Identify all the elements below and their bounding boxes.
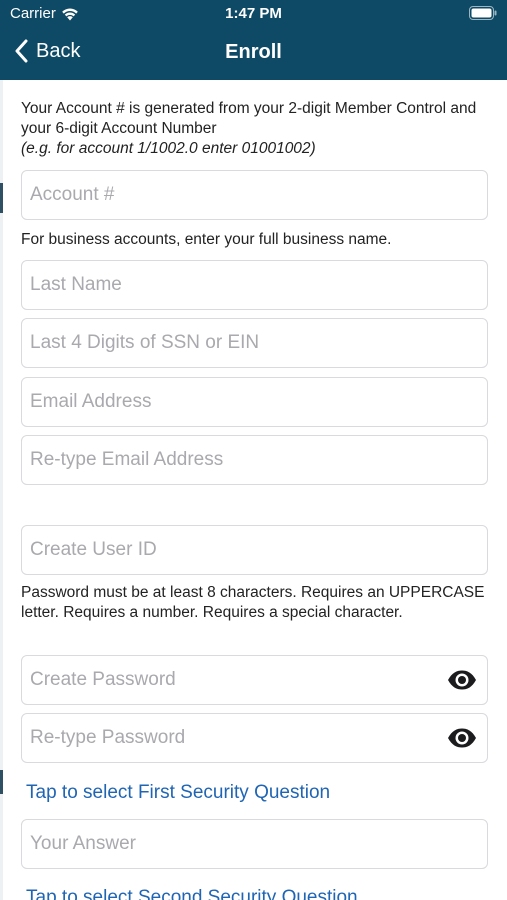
password-confirm-input[interactable] xyxy=(22,714,487,762)
password-rules: Password must be at least 8 characters. … xyxy=(21,584,485,621)
account-info-text: Your Account # is generated from your 2-… xyxy=(21,100,477,137)
last-name-input[interactable] xyxy=(22,261,487,309)
password-confirm-field[interactable] xyxy=(21,713,488,763)
security-answer-input[interactable] xyxy=(22,820,487,868)
battery-icon xyxy=(469,6,497,20)
navigation-bar: Back Enroll xyxy=(0,30,507,76)
page-title: Enroll xyxy=(225,41,282,63)
edge-mark xyxy=(0,183,3,213)
account-number-input[interactable] xyxy=(22,171,487,219)
security-answer-field[interactable] xyxy=(21,819,488,869)
status-time: 1:47 PM xyxy=(225,5,282,22)
email-confirm-input[interactable] xyxy=(22,436,487,484)
app-header: Carrier 1:47 PM Back Enroll xyxy=(0,0,507,80)
second-security-question-link[interactable]: Tap to select Second Security Question xyxy=(26,887,358,900)
password-input[interactable] xyxy=(22,656,487,704)
user-id-field[interactable] xyxy=(21,525,488,575)
last-name-field[interactable] xyxy=(21,260,488,310)
ssn-input[interactable] xyxy=(22,319,487,367)
account-number-field[interactable] xyxy=(21,170,488,220)
ssn-field[interactable] xyxy=(21,318,488,368)
eye-icon[interactable] xyxy=(447,669,477,691)
email-confirm-field[interactable] xyxy=(21,435,488,485)
status-bar: Carrier 1:47 PM xyxy=(0,0,507,28)
password-field[interactable] xyxy=(21,655,488,705)
first-security-question-link[interactable]: Tap to select First Security Question xyxy=(26,782,330,804)
email-input[interactable] xyxy=(22,378,487,426)
left-edge-strip xyxy=(0,80,3,900)
account-info: Your Account # is generated from your 2-… xyxy=(21,99,488,159)
business-note: For business accounts, enter your full b… xyxy=(21,231,392,248)
user-id-input[interactable] xyxy=(22,526,487,574)
account-info-example: (e.g. for account 1/1002.0 enter 0100100… xyxy=(21,140,316,157)
edge-mark xyxy=(0,770,3,794)
email-field[interactable] xyxy=(21,377,488,427)
eye-icon[interactable] xyxy=(447,727,477,749)
